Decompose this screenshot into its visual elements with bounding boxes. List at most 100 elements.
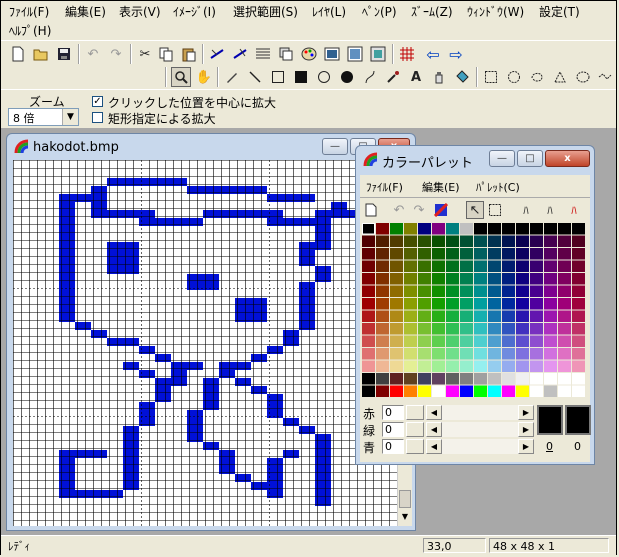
- background-color-swatch[interactable]: [565, 405, 591, 435]
- color-swatch: [558, 298, 571, 310]
- image-window2-icon[interactable]: [368, 44, 388, 64]
- line-tool-icon[interactable]: [245, 67, 265, 87]
- next-icon[interactable]: ⇨: [446, 44, 466, 64]
- menu-window[interactable]: ｳｨﾝﾄﾞｳ(W): [465, 3, 526, 21]
- redo-icon[interactable]: ↷: [106, 44, 126, 64]
- undo-icon[interactable]: ↶: [390, 201, 408, 219]
- color-swatch: [488, 348, 501, 360]
- slider-left-arrow-icon[interactable]: ◀: [426, 439, 442, 454]
- color-swatch: [488, 223, 501, 235]
- save-icon[interactable]: [54, 44, 74, 64]
- fill-tool-icon[interactable]: [452, 67, 472, 87]
- color-swatch: [460, 235, 473, 247]
- color-swatch-grid[interactable]: [362, 223, 588, 401]
- slider-right-arrow-icon[interactable]: ▶: [518, 439, 534, 454]
- image-window-icon[interactable]: [345, 44, 365, 64]
- text-tool-icon[interactable]: A: [406, 67, 426, 87]
- rect-zoom-checkbox[interactable]: [92, 112, 103, 123]
- gradient-a-icon[interactable]: ﾊ: [516, 201, 536, 219]
- slider-left-arrow-icon[interactable]: ◀: [426, 422, 442, 437]
- slider-right-arrow-icon[interactable]: ▶: [518, 422, 534, 437]
- palette-icon[interactable]: [299, 44, 319, 64]
- slider-value-input[interactable]: 0: [382, 422, 404, 437]
- color-swatch: [432, 348, 445, 360]
- prev-icon[interactable]: ⇦: [423, 44, 443, 64]
- eyedropper-tool-icon[interactable]: [383, 67, 403, 87]
- new-file-icon[interactable]: [8, 44, 28, 64]
- palette-menu-edit[interactable]: 編集(E): [422, 179, 460, 195]
- palette-minimize-button[interactable]: —: [489, 150, 515, 167]
- curve-tool-icon[interactable]: [360, 67, 380, 87]
- menu-help[interactable]: ﾍﾙﾌﾟ(H): [7, 22, 53, 40]
- grid-toggle-icon[interactable]: [397, 44, 417, 64]
- menu-pen[interactable]: ﾍﾟﾝ(P): [360, 3, 399, 21]
- pen-tool-icon[interactable]: [222, 67, 242, 87]
- preview-icon[interactable]: [322, 44, 342, 64]
- zoom-tool-icon[interactable]: [171, 67, 191, 87]
- magic-wand-icon[interactable]: [573, 67, 593, 87]
- color-swatch: [362, 298, 375, 310]
- menu-edit[interactable]: 編集(E): [63, 3, 108, 21]
- palette-menu-palette[interactable]: ﾊﾟﾚｯﾄ(C): [476, 179, 520, 195]
- select-icon[interactable]: [486, 201, 504, 219]
- center-zoom-label: クリックした位置を中心に拡大: [108, 96, 277, 110]
- rect-tool-icon[interactable]: [268, 67, 288, 87]
- redo-icon[interactable]: ↷: [410, 201, 428, 219]
- slider-value-input[interactable]: 0: [382, 405, 404, 420]
- gradient-b-icon[interactable]: ﾊ: [540, 201, 560, 219]
- pixel-canvas-container[interactable]: [13, 160, 404, 526]
- minimize-button[interactable]: —: [322, 138, 348, 155]
- pointer-icon[interactable]: ↖: [466, 201, 484, 219]
- filled-ellipse-tool-icon[interactable]: [337, 67, 357, 87]
- open-folder-icon[interactable]: [31, 44, 51, 64]
- slider-right-arrow-icon[interactable]: ▶: [518, 405, 534, 420]
- menu-settings[interactable]: 設定(T): [537, 3, 582, 21]
- scroll-down-arrow-icon[interactable]: ▼: [399, 510, 411, 524]
- color-swatch: [488, 235, 501, 247]
- flip-horizontal-icon[interactable]: [207, 44, 227, 64]
- color-swatch: [362, 248, 375, 260]
- slider-value-input[interactable]: 0: [382, 439, 404, 454]
- ellipse-select-icon[interactable]: [504, 67, 524, 87]
- color-swatch: [404, 235, 417, 247]
- cut-icon[interactable]: ✂: [135, 44, 155, 64]
- undo-icon[interactable]: ↶: [83, 44, 103, 64]
- menu-zoom[interactable]: ｽﾞｰﾑ(Z): [409, 3, 455, 21]
- color-swatch: [516, 360, 529, 372]
- layer-icon[interactable]: [276, 44, 296, 64]
- ellipse-tool-icon[interactable]: [314, 67, 334, 87]
- swap-colors-icon[interactable]: [432, 201, 450, 219]
- foreground-color-swatch[interactable]: [537, 405, 563, 435]
- palette-maximize-button[interactable]: □: [517, 150, 543, 167]
- slider-thumb[interactable]: [406, 439, 424, 454]
- grid-icon[interactable]: [253, 44, 273, 64]
- lasso-select-icon[interactable]: [527, 67, 547, 87]
- gradient-c-icon[interactable]: ﾊ: [564, 201, 584, 219]
- new-palette-icon[interactable]: [362, 201, 380, 219]
- hand-tool-icon[interactable]: ✋: [194, 67, 214, 87]
- menu-selection[interactable]: 選択範囲(S): [231, 3, 300, 21]
- zoom-select[interactable]: 8 倍 ▼: [8, 108, 79, 126]
- flip-vertical-icon[interactable]: [230, 44, 250, 64]
- menu-file[interactable]: ﾌｧｲﾙ(F): [7, 3, 51, 21]
- slider-left-arrow-icon[interactable]: ◀: [426, 405, 442, 420]
- pixel-canvas[interactable]: [13, 160, 404, 526]
- menu-layer[interactable]: ﾚｲﾔ(L): [310, 3, 348, 21]
- palette-close-button[interactable]: x: [545, 150, 590, 167]
- rect-select-icon[interactable]: [481, 67, 501, 87]
- scrollbar-thumb[interactable]: [399, 490, 411, 508]
- menu-image[interactable]: ｲﾒｰｼﾞ(I): [171, 3, 218, 21]
- chevron-down-icon[interactable]: ▼: [62, 109, 78, 125]
- filled-rect-tool-icon[interactable]: [291, 67, 311, 87]
- center-zoom-checkbox[interactable]: ✓: [92, 96, 103, 107]
- palette-menu-file[interactable]: ﾌｧｲﾙ(F): [366, 179, 403, 195]
- copy-icon[interactable]: [156, 44, 176, 64]
- polygon-select-icon[interactable]: [550, 67, 570, 87]
- spray-tool-icon[interactable]: [429, 67, 449, 87]
- paste-icon[interactable]: [178, 44, 198, 64]
- color-select-icon[interactable]: [595, 67, 615, 87]
- menu-view[interactable]: 表示(V): [117, 3, 163, 21]
- slider-thumb[interactable]: [406, 405, 424, 420]
- toolbar-separator: [217, 67, 219, 87]
- slider-thumb[interactable]: [406, 422, 424, 437]
